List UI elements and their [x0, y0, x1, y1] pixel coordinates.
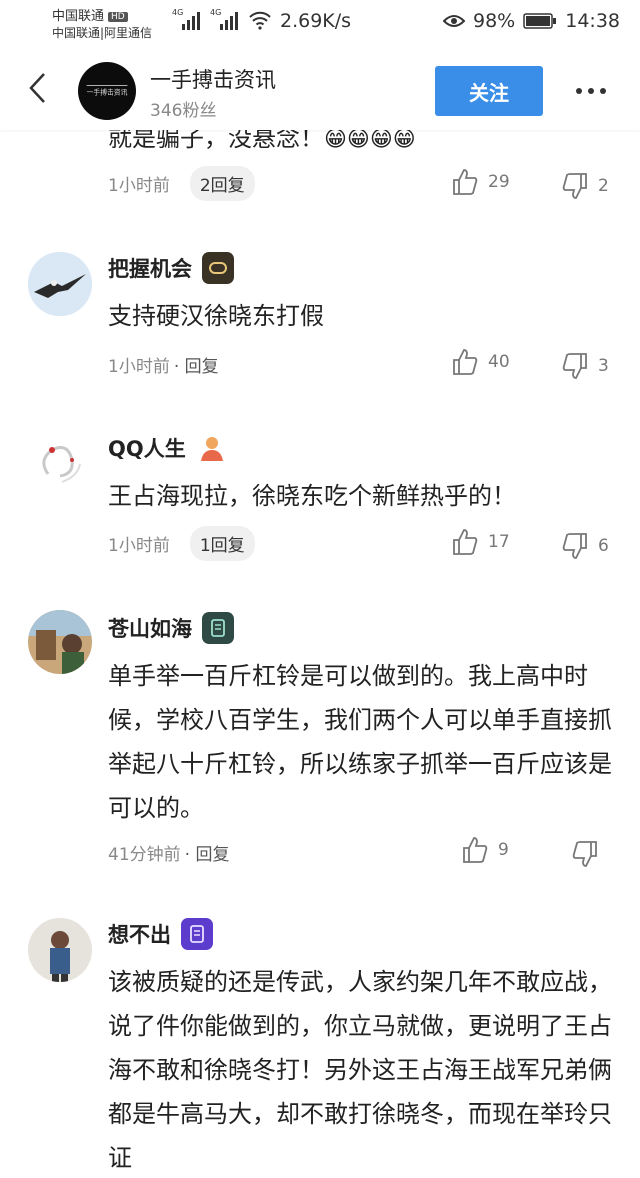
network-speed: 2.69K/s	[280, 10, 352, 32]
comment-time: 41分钟前	[108, 845, 181, 865]
more-options-icon[interactable]	[576, 88, 606, 94]
swirl-avatar-icon	[28, 430, 92, 494]
user-avatar[interactable]	[28, 918, 92, 982]
comment-username[interactable]: QQ人生	[108, 432, 228, 464]
hd-badge: HD	[108, 12, 128, 22]
signal-indicators: 4G 4G	[172, 8, 272, 30]
dislike-button[interactable]: 6	[562, 532, 609, 560]
comment-text: 该被质疑的还是传武，人家约架几年不敢应战，说了件你能做到的，你立马就做，更说明了…	[108, 968, 612, 1172]
comment-meta: 41分钟前 · 回复	[108, 840, 229, 865]
thumbs-down-icon	[562, 533, 587, 559]
comment-meta: 1小时前 · 回复	[108, 352, 219, 377]
comment-time: 1小时前	[108, 357, 170, 377]
carrier-secondary: 中国联通|阿里通信	[52, 26, 153, 40]
photo-avatar-icon	[28, 918, 92, 982]
comment-time: 1小时前	[108, 176, 170, 196]
carrier-primary: 中国联通 HD	[52, 5, 128, 24]
scroll-badge-icon	[202, 612, 234, 644]
like-button[interactable]: 40	[452, 348, 510, 376]
grin-emoji-icon: 😁😁😁😁	[324, 127, 416, 152]
user-avatar[interactable]	[28, 610, 92, 674]
thumbs-up-icon	[463, 837, 488, 863]
follower-count: 346粉丝	[150, 101, 217, 121]
eagle-avatar-icon	[28, 252, 92, 316]
comment-time: 1小时前	[108, 536, 170, 556]
follow-button[interactable]: 关注	[435, 66, 543, 116]
thumbs-down-icon	[562, 173, 587, 199]
thumbs-up-icon	[453, 349, 478, 375]
like-button[interactable]: 9	[462, 836, 509, 864]
dislike-button[interactable]	[572, 840, 608, 868]
signal-1-icon: 4G	[172, 8, 202, 30]
comment-text: 王占海现拉，徐晓东吃个新鲜热乎的！	[108, 482, 516, 510]
signal-2-icon: 4G	[210, 8, 240, 30]
eye-icon	[443, 15, 465, 27]
back-arrow-icon[interactable]	[26, 72, 50, 104]
comment-meta: 1小时前 1回复	[108, 526, 255, 561]
status-bar: 中国联通 HD 中国联通|阿里通信 4G 4G 2.69K/s 98% 14:38	[0, 0, 640, 46]
reply-button[interactable]: · 回复	[174, 352, 219, 377]
clock: 14:38	[565, 10, 620, 32]
chat-badge-icon	[202, 252, 234, 284]
thumbs-down-icon	[572, 841, 597, 867]
replies-button[interactable]: 2回复	[189, 166, 255, 201]
comment-username[interactable]: 想不出	[108, 918, 213, 950]
battery-percent: 98%	[473, 10, 516, 32]
comment-meta: 1小时前 2回复	[108, 166, 255, 201]
scroll-badge-icon	[181, 918, 213, 950]
comment-username[interactable]: 苍山如海	[108, 612, 234, 644]
photo-avatar-icon	[28, 610, 92, 674]
replies-button[interactable]: 1回复	[189, 526, 255, 561]
dislike-button[interactable]: 3	[562, 352, 609, 380]
account-avatar[interactable]: 一手搏击资讯	[78, 62, 136, 120]
user-avatar[interactable]	[28, 252, 92, 316]
reply-button[interactable]: · 回复	[185, 840, 230, 865]
wifi-icon	[248, 10, 272, 30]
comment-username[interactable]: 把握机会	[108, 252, 234, 284]
comment-text: 支持硬汉徐晓东打假	[108, 302, 324, 330]
person-badge-icon	[196, 432, 228, 464]
thumbs-down-icon	[562, 353, 587, 379]
thumbs-up-icon	[453, 529, 478, 555]
status-right: 98% 14:38	[443, 10, 620, 32]
comment-text: 单手举一百斤杠铃是可以做到的。我上高中时候，学校八百学生，我们两个人可以单手直接…	[108, 662, 612, 822]
account-header: 一手搏击资讯 一手搏击资讯 346粉丝 关注	[0, 46, 640, 130]
like-button[interactable]: 29	[452, 168, 510, 196]
thumbs-up-icon	[453, 169, 478, 195]
like-button[interactable]: 17	[452, 528, 510, 556]
battery-icon	[523, 13, 557, 29]
account-name[interactable]: 一手搏击资讯	[150, 64, 276, 94]
user-avatar[interactable]	[28, 430, 92, 494]
dislike-button[interactable]: 2	[562, 172, 609, 200]
